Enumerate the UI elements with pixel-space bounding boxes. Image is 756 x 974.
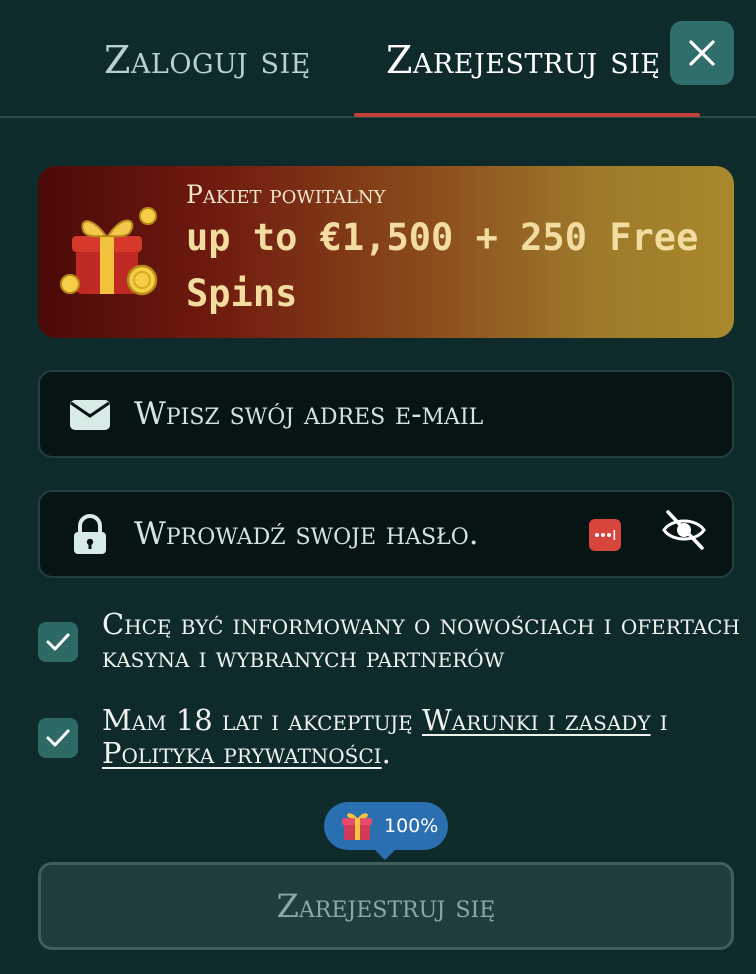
- terms-middle: i: [650, 703, 668, 737]
- checkmark-icon: [46, 633, 70, 651]
- terms-consent-label: Mam 18 lat i akceptuję Warunki i zasady …: [102, 704, 742, 770]
- password-input[interactable]: [134, 492, 574, 576]
- terms-link[interactable]: Warunki i zasady: [422, 703, 651, 737]
- gift-coins-icon: [60, 207, 158, 296]
- terms-suffix: .: [381, 736, 391, 770]
- marketing-consent-label: Chcę być informowany o nowościach i ofer…: [102, 607, 740, 674]
- gift-icon: [342, 813, 372, 840]
- auth-tabs: Zaloguj się Zarejestruj się: [0, 0, 756, 118]
- bonus-progress-value: 100%: [384, 815, 439, 837]
- bonus-progress-badge: 100%: [324, 802, 448, 860]
- email-input[interactable]: [134, 372, 694, 456]
- privacy-link[interactable]: Polityka prywatności: [102, 736, 382, 770]
- password-field: [38, 490, 734, 578]
- active-tab-indicator: [354, 113, 700, 117]
- register-modal: Zaloguj się Zarejestruj się Pakiet powit…: [0, 0, 756, 974]
- checkmark-icon: [46, 729, 70, 747]
- welcome-bonus-banner: Pakiet powitalny up to €1,500 + 250 Free…: [38, 166, 734, 338]
- envelope-icon: [70, 400, 110, 430]
- promo-kicker: Pakiet powitalny: [186, 180, 386, 209]
- tab-register[interactable]: Zarejestruj się: [386, 38, 661, 82]
- marketing-checkbox[interactable]: [38, 622, 78, 662]
- tab-login[interactable]: Zaloguj się: [104, 38, 311, 82]
- hide-password-icon[interactable]: [662, 508, 706, 552]
- lock-icon: [74, 514, 106, 554]
- password-manager-icon[interactable]: [589, 519, 621, 551]
- promo-title: up to €1,500 + 250 Free Spins: [186, 216, 699, 315]
- terms-prefix: Mam 18 lat i akceptuję: [102, 703, 422, 737]
- email-field: [38, 370, 734, 458]
- register-submit-button[interactable]: Zarejestruj się: [38, 862, 734, 950]
- close-icon: [689, 40, 715, 66]
- password-dots-icon: [595, 530, 616, 540]
- terms-checkbox[interactable]: [38, 718, 78, 758]
- close-button[interactable]: [670, 21, 734, 85]
